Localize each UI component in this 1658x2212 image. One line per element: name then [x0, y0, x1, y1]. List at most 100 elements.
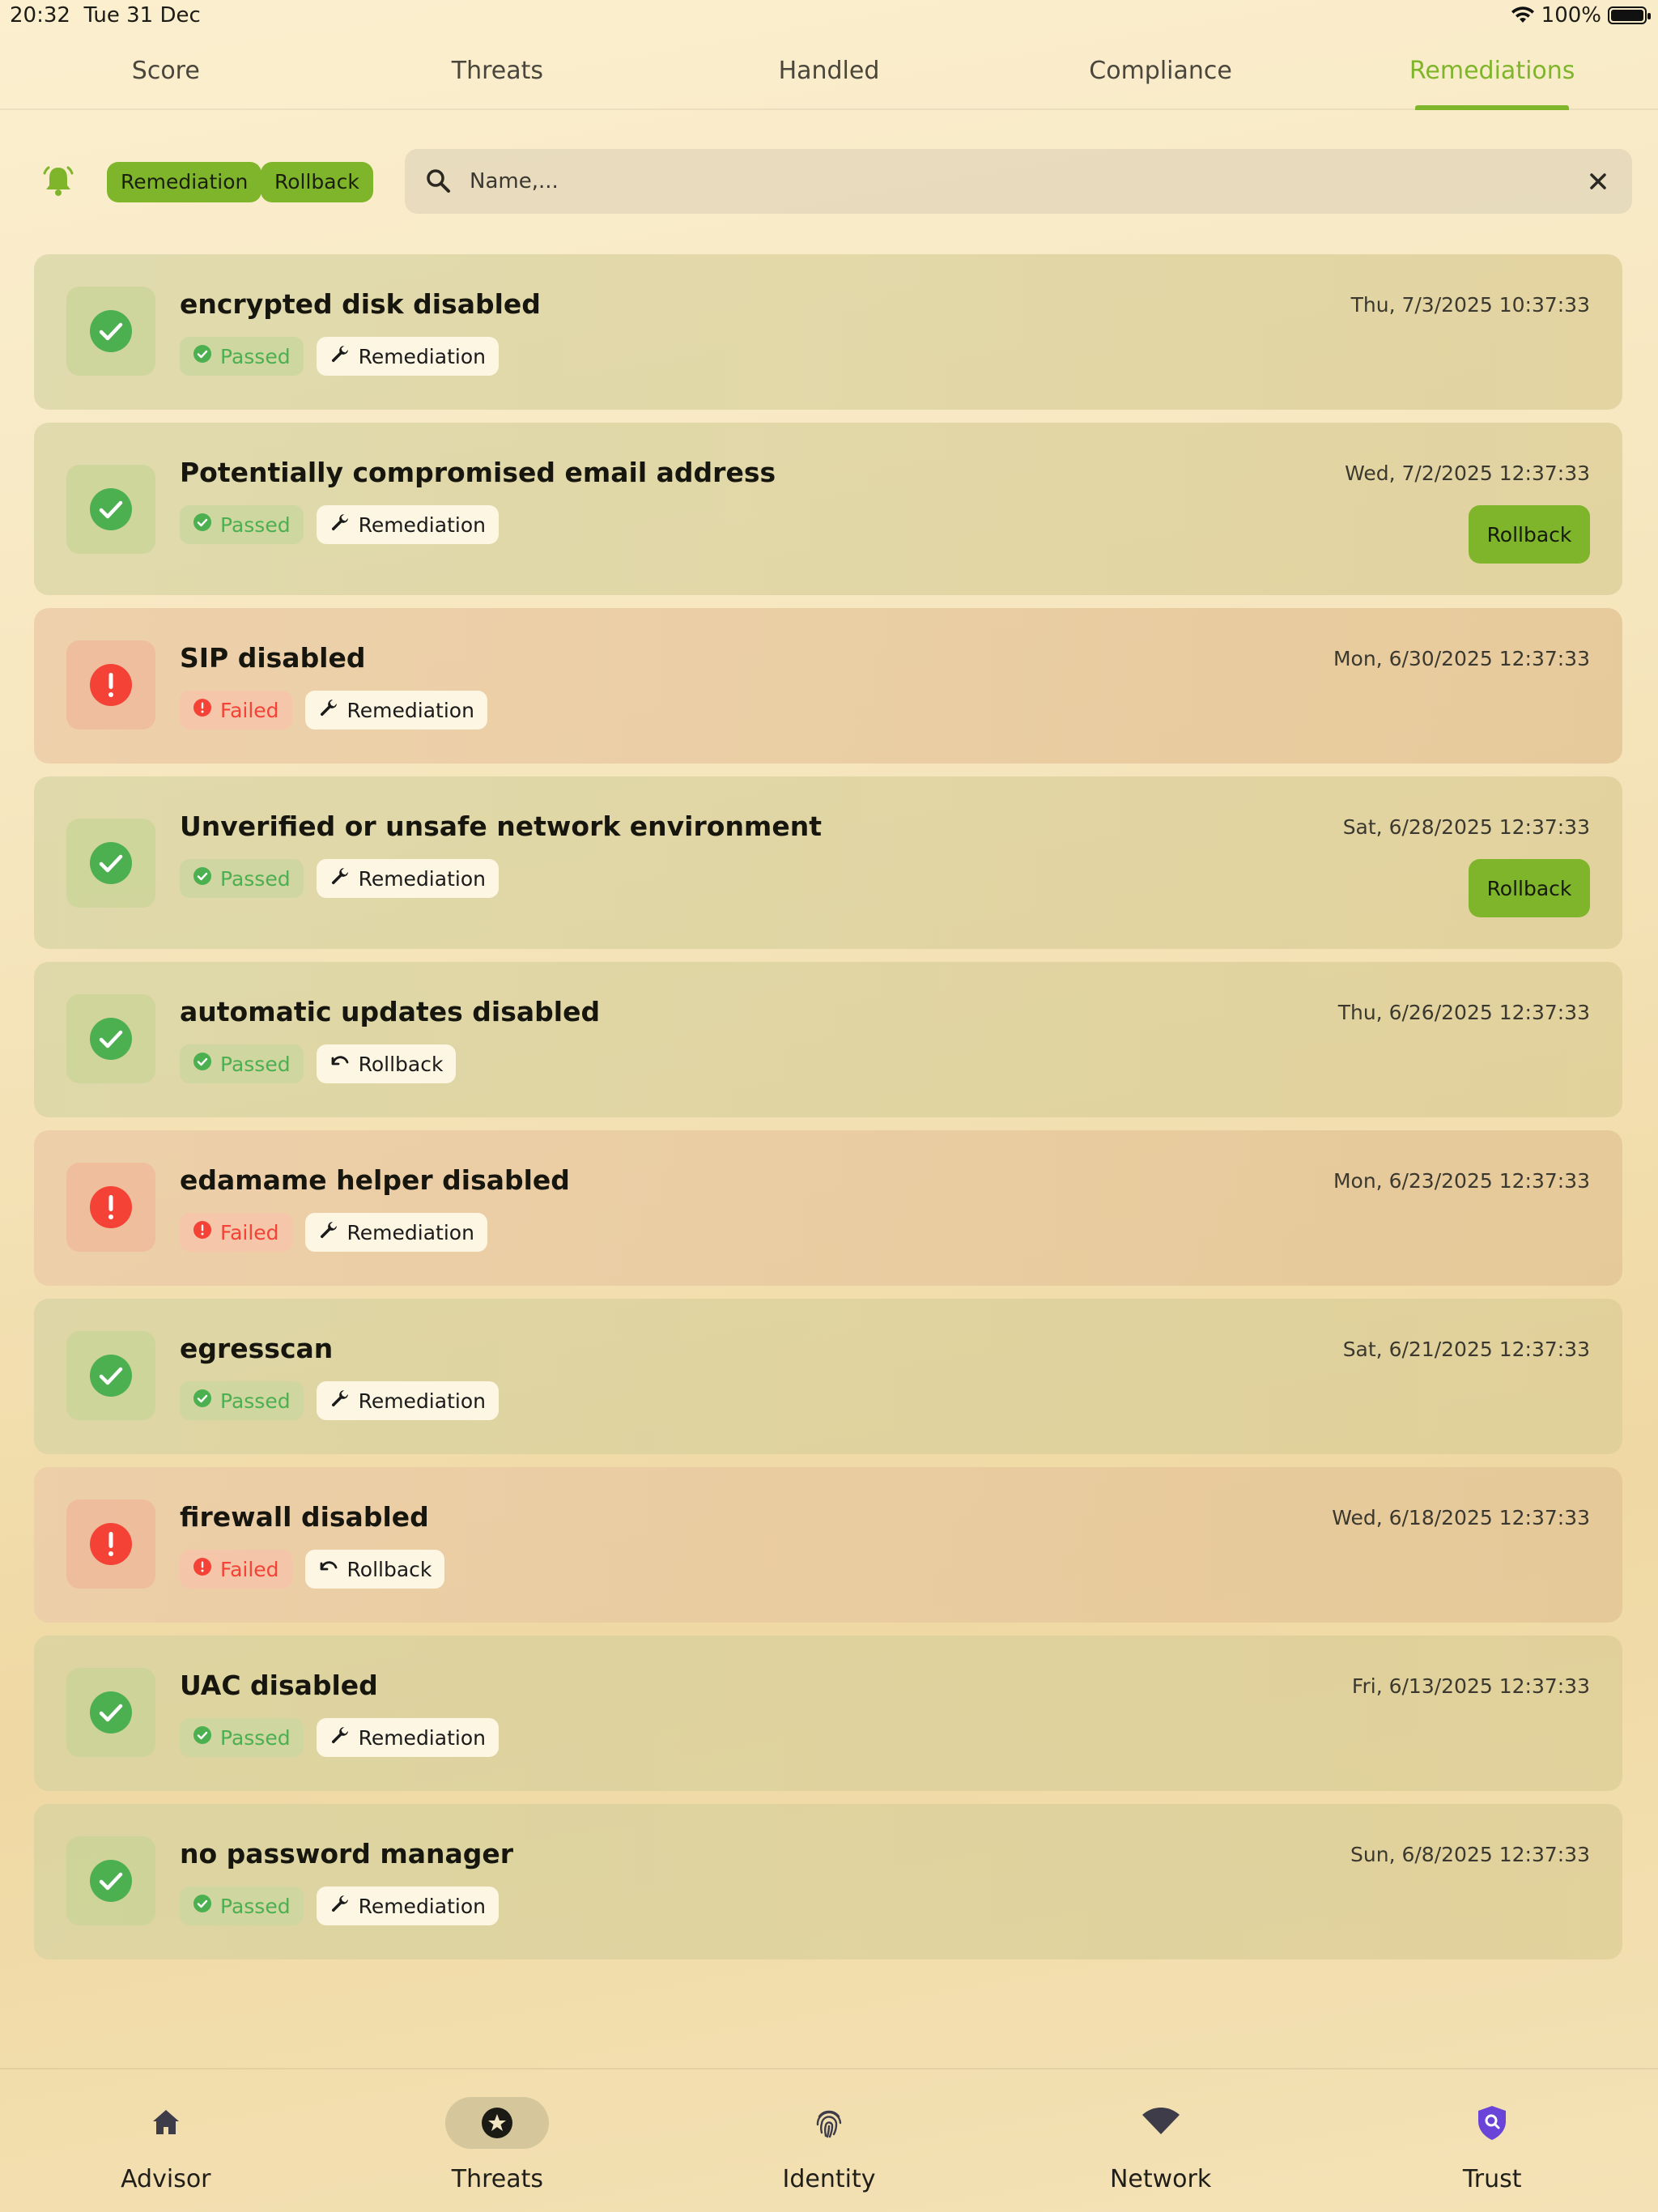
- filter-chip-rollback[interactable]: Rollback: [261, 162, 373, 202]
- card-title: no password manager: [180, 1838, 514, 1870]
- filter-bar: Remediation Rollback: [32, 149, 1632, 214]
- type-badge: Remediation: [316, 337, 499, 376]
- remediation-card[interactable]: SIP disabled Mon, 6/30/2025 12:37:33 Fai…: [34, 608, 1622, 764]
- type-badge-label: Rollback: [358, 1052, 444, 1076]
- passed-small-icon: [193, 1052, 212, 1076]
- card-timestamp: Fri, 6/13/2025 12:37:33: [1351, 1674, 1590, 1698]
- passed-small-icon: [193, 866, 212, 891]
- status-time: 20:32 Tue 31 Dec: [10, 3, 201, 28]
- top-tab-bar: Score Threats Handled Compliance Remedia…: [0, 32, 1658, 110]
- remediation-card[interactable]: egresscan Sat, 6/21/2025 12:37:33 Passed…: [34, 1299, 1622, 1454]
- tab-score[interactable]: Score: [0, 32, 332, 108]
- status-tile: [66, 1668, 155, 1757]
- card-badges: Passed Remediation: [180, 1381, 499, 1420]
- card-title: UAC disabled: [180, 1670, 378, 1701]
- status-tile: [66, 465, 155, 554]
- type-badge-label: Remediation: [346, 698, 474, 722]
- type-badge-label: Remediation: [358, 1389, 486, 1413]
- type-badge: Remediation: [316, 1381, 499, 1420]
- clock-date: Tue 31 Dec: [83, 3, 201, 28]
- card-timestamp: Sat, 6/28/2025 12:37:33: [1342, 815, 1590, 839]
- filter-chip-remediation[interactable]: Remediation: [107, 162, 262, 202]
- status-badge-label: Passed: [220, 513, 291, 537]
- card-timestamp: Thu, 7/3/2025 10:37:33: [1350, 293, 1590, 317]
- remediation-card[interactable]: Unverified or unsafe network environment…: [34, 776, 1622, 949]
- nav-trust[interactable]: Trust: [1326, 2069, 1658, 2212]
- remediation-card[interactable]: Potentially compromised email address We…: [34, 423, 1622, 595]
- remediation-list: encrypted disk disabled Thu, 7/3/2025 10…: [34, 254, 1622, 1972]
- card-timestamp: Wed, 6/18/2025 12:37:33: [1332, 1506, 1590, 1529]
- tab-handled[interactable]: Handled: [663, 32, 995, 108]
- status-tile: [66, 1836, 155, 1925]
- tab-remediations[interactable]: Remediations: [1326, 32, 1658, 108]
- status-badge: Passed: [180, 859, 304, 898]
- status-badge: Passed: [180, 1887, 304, 1925]
- card-title: automatic updates disabled: [180, 996, 601, 1027]
- remediation-card[interactable]: firewall disabled Wed, 6/18/2025 12:37:3…: [34, 1467, 1622, 1623]
- nav-label-threats: Threats: [451, 2165, 544, 2193]
- type-badge-label: Remediation: [358, 1894, 486, 1918]
- passed-small-icon: [193, 513, 212, 537]
- status-badge: Failed: [180, 1213, 292, 1252]
- remediation-card[interactable]: edamame helper disabled Mon, 6/23/2025 1…: [34, 1130, 1622, 1286]
- status-tile: [66, 819, 155, 908]
- card-timestamp: Thu, 6/26/2025 12:37:33: [1337, 1001, 1590, 1024]
- nav-identity[interactable]: Identity: [663, 2069, 995, 2212]
- notifications-bell-icon[interactable]: [39, 162, 78, 201]
- status-badge: Passed: [180, 1381, 304, 1420]
- fingerprint-icon: [816, 2110, 842, 2138]
- rollback-button[interactable]: Rollback: [1469, 505, 1590, 564]
- status-badge-label: Passed: [220, 1052, 291, 1076]
- check-circle-icon: [90, 1860, 132, 1902]
- clock-time: 20:32: [10, 3, 70, 28]
- status-badge: Passed: [180, 1044, 304, 1083]
- wrench-icon: [318, 697, 339, 723]
- card-timestamp: Sun, 6/8/2025 12:37:33: [1350, 1843, 1590, 1866]
- type-badge-label: Remediation: [346, 1220, 474, 1244]
- passed-small-icon: [193, 1894, 212, 1918]
- nav-label-identity: Identity: [782, 2165, 876, 2193]
- status-tile: [66, 994, 155, 1083]
- tab-compliance[interactable]: Compliance: [995, 32, 1327, 108]
- card-timestamp: Mon, 6/23/2025 12:37:33: [1333, 1169, 1590, 1193]
- check-circle-icon: [90, 488, 132, 530]
- remediation-card[interactable]: automatic updates disabled Thu, 6/26/202…: [34, 962, 1622, 1117]
- status-badge: Failed: [180, 1550, 292, 1589]
- wrench-icon: [329, 1388, 351, 1414]
- star-badge-icon: [482, 2108, 513, 2138]
- card-badges: Failed Remediation: [180, 691, 487, 730]
- type-badge: Remediation: [304, 1213, 487, 1252]
- nav-advisor[interactable]: Advisor: [0, 2069, 332, 2212]
- check-circle-icon: [90, 842, 132, 884]
- alert-circle-icon: [90, 1186, 132, 1228]
- nav-label-advisor: Advisor: [121, 2165, 211, 2193]
- status-badge-label: Passed: [220, 1389, 291, 1413]
- search-input[interactable]: [470, 160, 1554, 202]
- bottom-nav: Advisor Threats Identity Network Trust: [0, 2068, 1658, 2212]
- type-badge-label: Remediation: [358, 344, 486, 368]
- remediation-card[interactable]: UAC disabled Fri, 6/13/2025 12:37:33 Pas…: [34, 1636, 1622, 1791]
- type-badge: Remediation: [316, 859, 499, 898]
- status-badge-label: Passed: [220, 344, 291, 368]
- close-icon[interactable]: [1582, 165, 1614, 198]
- type-badge: Rollback: [304, 1550, 445, 1589]
- status-bar: 20:32 Tue 31 Dec 100%: [0, 0, 1658, 32]
- tab-threats[interactable]: Threats: [332, 32, 664, 108]
- nav-network[interactable]: Network: [995, 2069, 1327, 2212]
- status-badge: Passed: [180, 337, 304, 376]
- battery-icon: [1608, 6, 1651, 24]
- card-title: egresscan: [180, 1333, 334, 1364]
- search-box: [405, 149, 1632, 214]
- failed-small-icon: [193, 1557, 212, 1581]
- card-badges: Passed Remediation: [180, 337, 499, 376]
- type-badge: Remediation: [316, 1718, 499, 1757]
- undo-icon: [318, 1556, 339, 1582]
- nav-label-network: Network: [1109, 2165, 1212, 2193]
- card-badges: Passed Remediation: [180, 859, 499, 898]
- remediation-card[interactable]: encrypted disk disabled Thu, 7/3/2025 10…: [34, 254, 1622, 410]
- card-badges: Passed Remediation: [180, 1718, 499, 1757]
- rollback-button[interactable]: Rollback: [1469, 859, 1590, 917]
- remediation-card[interactable]: no password manager Sun, 6/8/2025 12:37:…: [34, 1804, 1622, 1959]
- alert-circle-icon: [90, 664, 132, 706]
- nav-threats[interactable]: Threats: [332, 2069, 664, 2212]
